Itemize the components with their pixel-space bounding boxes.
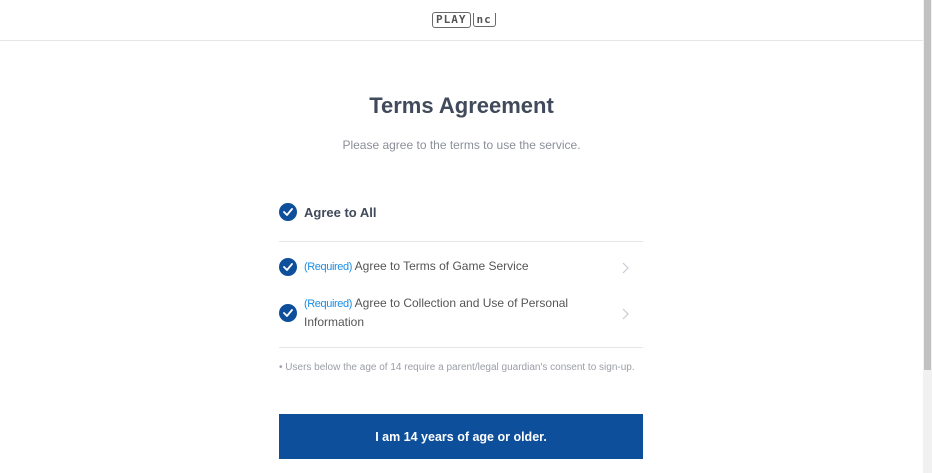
logo-nc-text: nc bbox=[472, 13, 496, 27]
term-label: (Required) Agree to Terms of Game Servic… bbox=[304, 257, 594, 276]
page-title: Terms Agreement bbox=[369, 93, 554, 118]
check-circle-icon bbox=[279, 257, 297, 276]
age-consent-notice: • Users below the age of 14 require a pa… bbox=[279, 362, 635, 373]
scrollbar-thumb[interactable] bbox=[924, 0, 931, 370]
check-circle-icon bbox=[279, 303, 297, 322]
term-label: (Required) Agree to Collection and Use o… bbox=[304, 294, 594, 331]
page-subtitle: Please agree to the terms to use the ser… bbox=[342, 138, 581, 152]
term-text: Agree to Terms of Game Service bbox=[354, 259, 529, 273]
required-tag: (Required) bbox=[304, 261, 352, 273]
chevron-right-icon[interactable] bbox=[622, 307, 629, 325]
divider bbox=[279, 347, 643, 348]
check-circle-icon bbox=[279, 203, 297, 221]
logo-play-text: PLAY bbox=[432, 12, 471, 28]
vertical-scrollbar[interactable] bbox=[923, 0, 932, 473]
top-header: PLAY nc bbox=[0, 0, 923, 41]
chevron-right-icon[interactable] bbox=[622, 261, 629, 279]
required-tag: (Required) bbox=[304, 298, 352, 310]
age-confirm-button[interactable]: I am 14 years of age or older. bbox=[279, 414, 643, 459]
plaync-logo[interactable]: PLAY nc bbox=[432, 11, 496, 29]
agree-all-checkbox[interactable]: Agree to All bbox=[279, 203, 376, 221]
agree-all-label: Agree to All bbox=[304, 204, 377, 220]
term-game-service[interactable]: (Required) Agree to Terms of Game Servic… bbox=[279, 257, 643, 276]
term-personal-info[interactable]: (Required) Agree to Collection and Use o… bbox=[279, 294, 643, 331]
divider bbox=[279, 241, 643, 242]
